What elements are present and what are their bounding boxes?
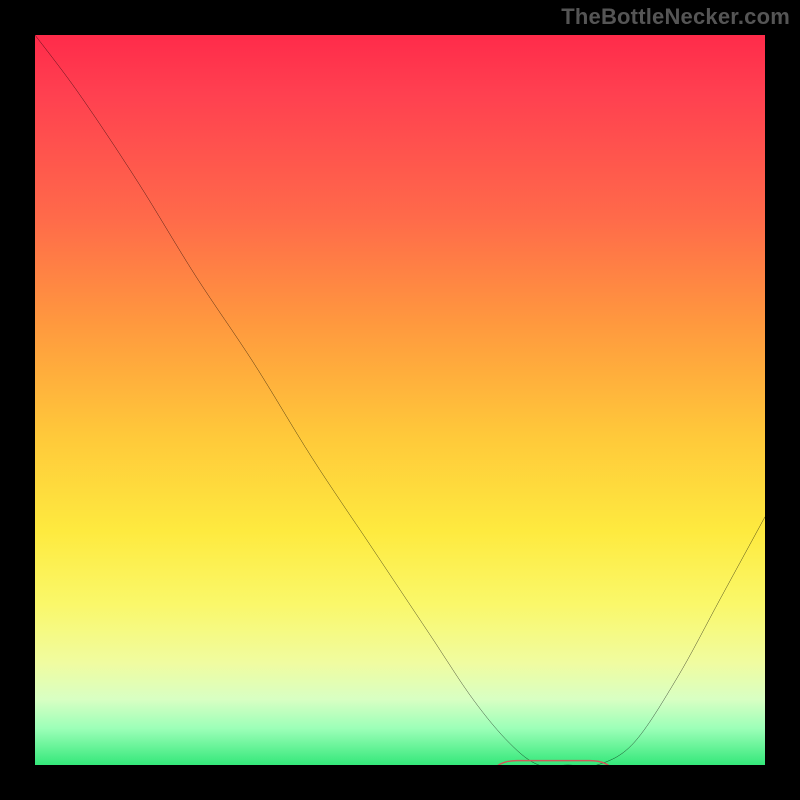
watermark-text: TheBottleNecker.com <box>561 4 790 30</box>
valley-highlight <box>35 35 765 765</box>
chart-frame: TheBottleNecker.com <box>0 0 800 800</box>
plot-area <box>35 35 765 765</box>
